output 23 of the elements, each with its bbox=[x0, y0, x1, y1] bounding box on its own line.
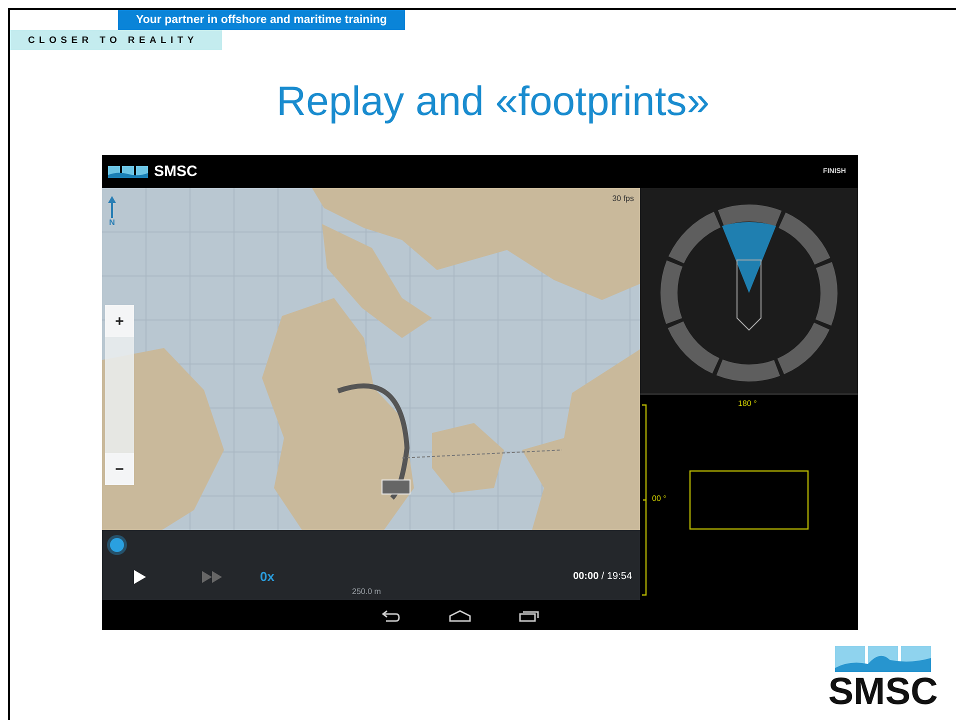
scale-label: 250.0 m bbox=[352, 587, 381, 596]
slide-title: Replay and «footprints» bbox=[275, 78, 711, 126]
play-icon[interactable] bbox=[134, 570, 146, 584]
north-arrow-icon bbox=[108, 196, 116, 218]
fps-label: 30 fps bbox=[612, 194, 634, 203]
logo-text: SMSC bbox=[828, 672, 938, 712]
zoom-out-button[interactable]: − bbox=[105, 453, 134, 485]
zoom-in-button[interactable]: + bbox=[105, 305, 134, 337]
motto-banner: CLOSER TO REALITY bbox=[10, 30, 222, 50]
app-brand: SMSC bbox=[154, 163, 198, 180]
logo-icon bbox=[835, 646, 932, 672]
logo-icon bbox=[108, 166, 148, 178]
playback-time: 00:00 / 19:54 bbox=[573, 571, 632, 582]
recent-apps-icon[interactable] bbox=[519, 610, 539, 622]
back-icon[interactable] bbox=[381, 610, 401, 622]
speed-label: 0x bbox=[260, 569, 274, 584]
north-label: N bbox=[109, 218, 115, 227]
radar-top-label: 180 ° bbox=[738, 399, 757, 408]
home-icon[interactable] bbox=[449, 610, 471, 622]
tagline-banner: Your partner in offshore and maritime training bbox=[118, 10, 405, 30]
timeline-thumb[interactable] bbox=[110, 538, 124, 552]
radar-side-label: 00 ° bbox=[652, 494, 666, 503]
fast-forward-icon[interactable] bbox=[202, 570, 222, 582]
